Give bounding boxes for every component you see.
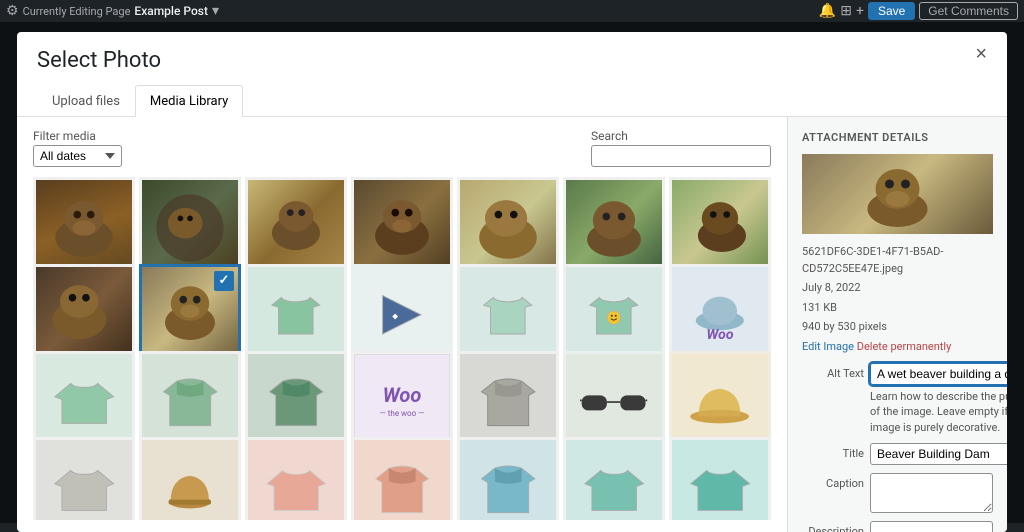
editing-label: Currently Editing Page [23, 5, 131, 18]
alt-text-field: Alt Text Learn how to describe the purpo… [802, 363, 993, 435]
caption-label: Caption [802, 473, 864, 490]
title-label: Title [802, 443, 864, 460]
attachment-details-title: ATTACHMENT DETAILS [802, 131, 993, 144]
filter-row: Filter media All dates July 2022 June 20… [33, 129, 771, 167]
caption-field: Caption [802, 473, 993, 513]
filter-select[interactable]: All dates July 2022 June 2022 [33, 145, 122, 167]
attachment-links: Edit Image Delete permanently [802, 339, 993, 356]
save-button[interactable]: Save [868, 2, 915, 20]
title-field: Title [802, 443, 993, 465]
media-item[interactable] [669, 437, 771, 520]
notification-icon: 🔔 [819, 3, 836, 19]
alt-text-input[interactable] [870, 363, 1007, 385]
search-label: Search [591, 129, 771, 143]
modal-title: Select Photo [37, 48, 243, 73]
attachment-date: July 8, 2022 [802, 280, 993, 297]
filter-label: Filter media [33, 129, 122, 143]
get-comments-button[interactable]: Get Comments [919, 2, 1018, 20]
modal-close-button[interactable]: × [971, 44, 991, 64]
modal-tabs: Upload files Media Library [37, 85, 243, 117]
wp-logo-icon: ⚙ [6, 3, 19, 19]
tab-media-library[interactable]: Media Library [135, 85, 243, 117]
page-name: Example Post [134, 4, 208, 18]
delete-permanently-link[interactable]: Delete permanently [857, 340, 952, 353]
modal-header: Select Photo Upload files Media Library … [17, 32, 1007, 117]
modal-overlay: Select Photo Upload files Media Library … [0, 22, 1024, 523]
caption-input[interactable] [870, 473, 993, 513]
attachment-dimensions: 940 by 530 pixels [802, 319, 993, 336]
filter-group: Filter media All dates July 2022 June 20… [33, 129, 122, 167]
alt-text-hint: Learn how to describe the purpose of the… [870, 389, 1007, 435]
chevron-down-icon: ▾ [212, 3, 219, 19]
tab-upload[interactable]: Upload files [37, 85, 135, 117]
modal-body: Filter media All dates July 2022 June 20… [17, 117, 1007, 532]
media-item[interactable] [33, 437, 135, 520]
plus-icon: + [856, 3, 864, 19]
attachment-details-panel: ATTACHMENT DETAILS 5621DF6C-3DE1-4F71-B5… [787, 117, 1007, 532]
media-item[interactable] [563, 437, 665, 520]
title-input[interactable] [870, 443, 1007, 465]
grid-icon: ⊞ [840, 3, 852, 19]
search-input[interactable] [591, 145, 771, 167]
attachment-thumbnail [802, 154, 993, 234]
edit-image-link[interactable]: Edit Image [802, 340, 854, 353]
media-item[interactable] [351, 437, 453, 520]
media-item[interactable] [457, 437, 559, 520]
select-photo-modal: Select Photo Upload files Media Library … [17, 32, 1007, 532]
search-group: Search [591, 129, 771, 167]
media-area: Filter media All dates July 2022 June 20… [17, 117, 787, 532]
attachment-filesize: 131 KB [802, 300, 993, 317]
alt-text-label: Alt Text [802, 363, 864, 380]
attachment-filename: 5621DF6C-3DE1-4F71-B5AD-CD572C5EE47E.jpe… [802, 244, 993, 277]
media-item[interactable] [139, 437, 241, 520]
wp-admin-bar: ⚙ Currently Editing Page Example Post ▾ … [0, 0, 1024, 22]
media-grid: ◆ [33, 177, 771, 520]
media-item[interactable] [245, 437, 347, 520]
